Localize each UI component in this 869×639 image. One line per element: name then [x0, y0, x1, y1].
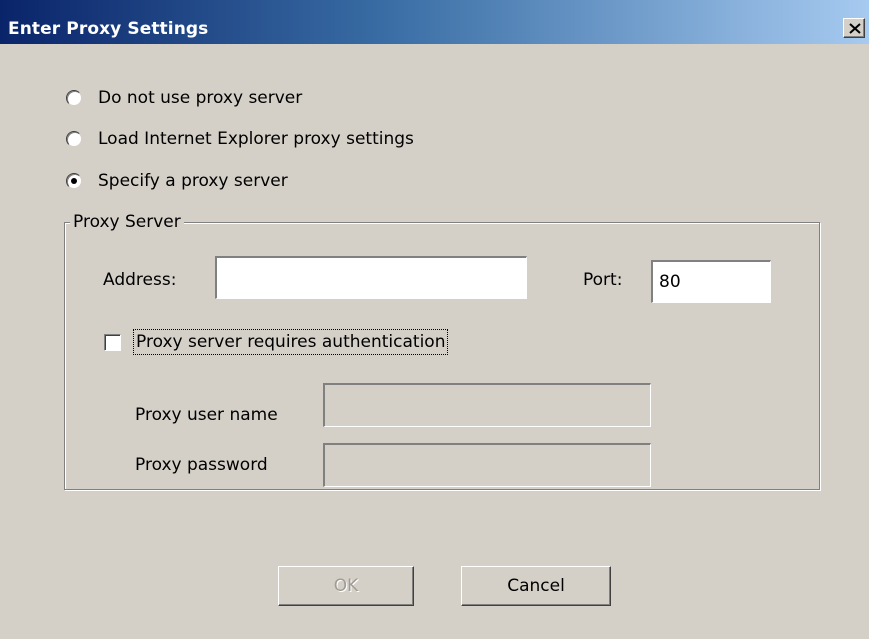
radio-button[interactable]	[66, 90, 82, 106]
username-label: Proxy user name	[135, 405, 278, 425]
username-field[interactable]	[323, 383, 651, 427]
password-field[interactable]	[323, 443, 651, 487]
title-bar[interactable]: Enter Proxy Settings	[0, 0, 869, 44]
radio-label: Do not use proxy server	[98, 88, 303, 108]
window-title: Enter Proxy Settings	[8, 19, 209, 39]
radio-load-ie-settings[interactable]: Load Internet Explorer proxy settings	[66, 128, 414, 150]
ok-button[interactable]: OK	[278, 566, 414, 606]
address-label: Address:	[103, 270, 177, 290]
radio-selected-dot	[71, 178, 77, 184]
auth-checkbox[interactable]	[104, 334, 121, 351]
radio-button[interactable]	[66, 173, 82, 189]
radio-label: Load Internet Explorer proxy settings	[98, 129, 414, 149]
radio-specify-proxy[interactable]: Specify a proxy server	[66, 170, 288, 192]
port-label: Port:	[583, 270, 623, 290]
radio-label: Specify a proxy server	[98, 171, 288, 191]
auth-checkbox-label[interactable]: Proxy server requires authentication	[132, 329, 449, 355]
close-button[interactable]	[843, 18, 865, 38]
radio-no-proxy[interactable]: Do not use proxy server	[66, 87, 302, 109]
cancel-button[interactable]: Cancel	[461, 566, 611, 606]
password-label: Proxy password	[135, 455, 268, 475]
close-icon	[849, 23, 861, 34]
radio-button[interactable]	[66, 131, 82, 147]
proxy-server-group-label: Proxy Server	[70, 210, 184, 234]
port-field[interactable]: 80	[651, 260, 771, 303]
address-field[interactable]	[215, 256, 527, 299]
